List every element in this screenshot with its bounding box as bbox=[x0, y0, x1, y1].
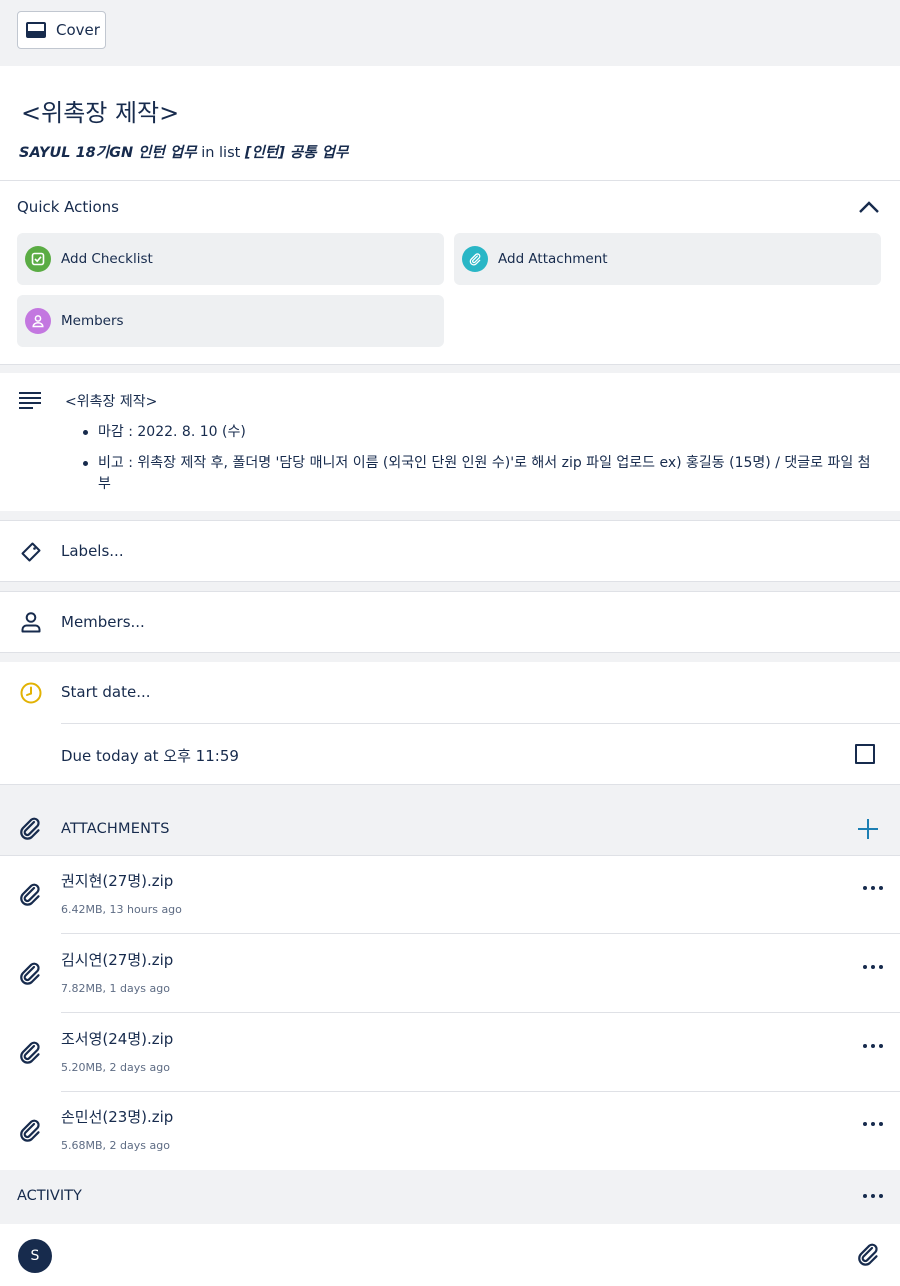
board-name[interactable]: SAYUL 18기GN 인턴 업무 bbox=[19, 145, 197, 161]
add-attachment-label: Add Attachment bbox=[498, 251, 608, 267]
person-icon bbox=[25, 308, 51, 334]
paperclip-icon bbox=[20, 817, 40, 840]
members-field[interactable]: Members... bbox=[61, 613, 145, 631]
activity-title: ACTIVITY bbox=[17, 1188, 82, 1204]
attachment-item[interactable]: 조서영(24명).zip 5.20MB, 2 days ago bbox=[0, 1014, 900, 1092]
members-button[interactable]: Members bbox=[17, 295, 444, 347]
attachment-meta: 5.68MB, 2 days ago bbox=[61, 1139, 170, 1152]
attachment-meta: 5.20MB, 2 days ago bbox=[61, 1061, 170, 1074]
attachment-item[interactable]: 권지현(27명).zip 6.42MB, 13 hours ago bbox=[0, 856, 900, 934]
section-gap bbox=[0, 653, 900, 662]
tag-icon bbox=[21, 542, 41, 562]
description-bullet: 마감 : 2022. 8. 10 (수) bbox=[83, 422, 883, 443]
cover-button[interactable]: Cover bbox=[17, 11, 106, 49]
cover-button-label: Cover bbox=[56, 21, 100, 39]
more-options-icon[interactable] bbox=[863, 965, 883, 971]
card-title[interactable]: <위촉장 제작> bbox=[21, 93, 179, 128]
attachment-name: 손민선(23명).zip bbox=[61, 1108, 174, 1126]
cover-icon bbox=[26, 22, 46, 38]
avatar[interactable]: S bbox=[18, 1239, 52, 1273]
due-complete-checkbox[interactable] bbox=[855, 744, 875, 764]
more-options-icon[interactable] bbox=[863, 1044, 883, 1050]
top-bar: Cover bbox=[0, 0, 900, 66]
divider bbox=[61, 723, 900, 724]
divider bbox=[0, 520, 900, 521]
description-heading[interactable]: <위촉장 제작> bbox=[65, 391, 157, 411]
divider bbox=[0, 180, 900, 181]
paperclip-icon bbox=[20, 1119, 40, 1142]
attachment-name: 김시연(27명).zip bbox=[61, 951, 174, 969]
description-bullet: 비고 : 위촉장 제작 후, 폴더명 '담당 매니저 이름 (외국인 단원 인원… bbox=[83, 453, 883, 495]
in-list-text: in list bbox=[201, 145, 241, 161]
divider bbox=[61, 933, 900, 934]
add-attachment-plus-icon[interactable] bbox=[857, 818, 879, 840]
section-gap bbox=[0, 511, 900, 520]
paperclip-icon bbox=[462, 246, 488, 272]
section-gap bbox=[0, 365, 900, 373]
attachment-item[interactable]: 손민선(23명).zip 5.68MB, 2 days ago bbox=[0, 1092, 900, 1170]
attachment-meta: 7.82MB, 1 days ago bbox=[61, 982, 170, 995]
list-name[interactable]: [인턴] 공통 업무 bbox=[245, 145, 348, 161]
attachments-title: ATTACHMENTS bbox=[61, 821, 170, 837]
activity-header bbox=[0, 1170, 900, 1224]
card-location: SAYUL 18기GN 인턴 업무 in list [인턴] 공통 업무 bbox=[19, 141, 348, 162]
add-checklist-label: Add Checklist bbox=[61, 251, 153, 267]
paperclip-icon bbox=[20, 883, 40, 906]
person-icon bbox=[21, 612, 41, 633]
quick-actions-title: Quick Actions bbox=[17, 198, 119, 216]
paperclip-icon[interactable] bbox=[857, 1242, 881, 1268]
paperclip-icon bbox=[20, 1041, 40, 1064]
clock-icon bbox=[20, 682, 42, 704]
attachment-meta: 6.42MB, 13 hours ago bbox=[61, 903, 182, 916]
attachment-name: 권지현(27명).zip bbox=[61, 872, 174, 890]
attachment-item[interactable]: 김시연(27명).zip 7.82MB, 1 days ago bbox=[0, 935, 900, 1013]
description-list[interactable]: 마감 : 2022. 8. 10 (수) 비고 : 위촉장 제작 후, 폴더명 … bbox=[83, 422, 883, 505]
paperclip-icon bbox=[20, 962, 40, 985]
section-gap bbox=[0, 582, 900, 591]
more-options-icon[interactable] bbox=[863, 886, 883, 892]
start-date-field[interactable]: Start date... bbox=[61, 683, 151, 701]
add-checklist-button[interactable]: Add Checklist bbox=[17, 233, 444, 285]
members-label: Members bbox=[61, 313, 124, 329]
chevron-up-icon[interactable] bbox=[857, 197, 881, 217]
divider bbox=[61, 1012, 900, 1013]
add-attachment-button[interactable]: Add Attachment bbox=[454, 233, 881, 285]
description-icon bbox=[19, 392, 41, 409]
checklist-icon bbox=[25, 246, 51, 272]
more-options-icon[interactable] bbox=[863, 1122, 883, 1128]
more-options-icon[interactable] bbox=[863, 1194, 883, 1200]
labels-field[interactable]: Labels... bbox=[61, 542, 124, 560]
divider bbox=[0, 591, 900, 592]
due-date-field[interactable]: Due today at 오후 11:59 bbox=[61, 745, 239, 766]
section-gap bbox=[0, 785, 900, 795]
attachment-name: 조서영(24명).zip bbox=[61, 1030, 174, 1048]
